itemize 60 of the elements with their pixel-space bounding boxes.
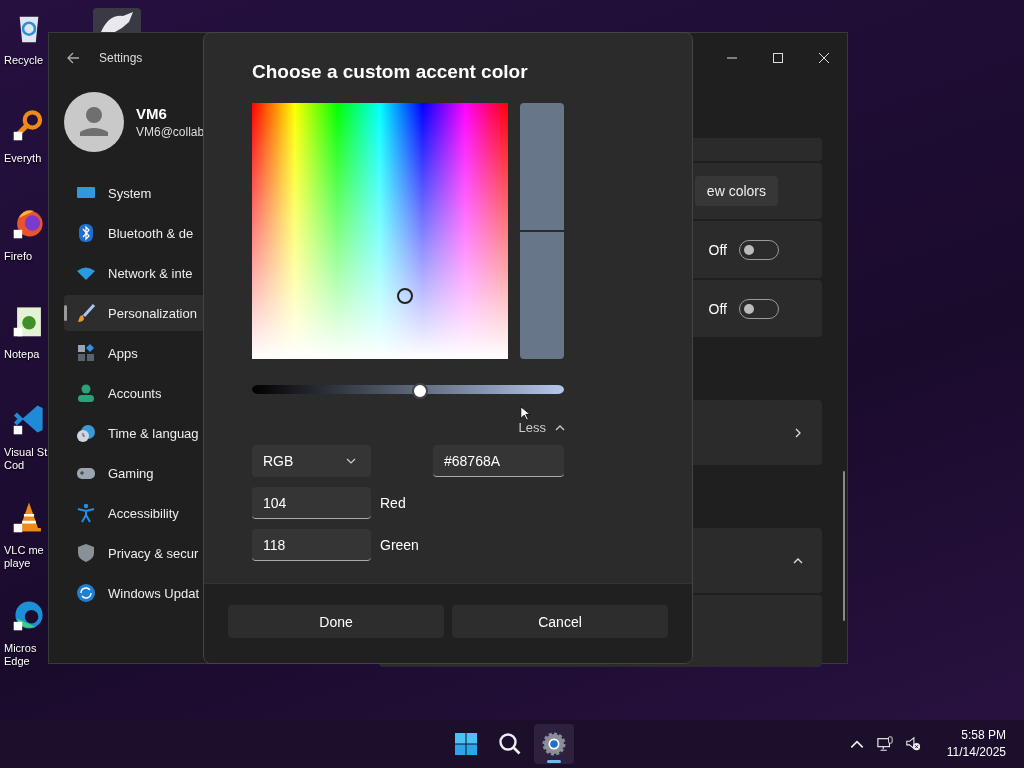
clock-time[interactable]: 5:58 PM (961, 727, 1006, 744)
icon-label: Firefo (4, 250, 33, 263)
nav-item[interactable]: Accounts (64, 375, 276, 411)
icon-label: Cod (4, 459, 25, 472)
app-icon[interactable] (93, 8, 141, 34)
settings-taskbar-button[interactable] (534, 724, 574, 764)
dialog-title: Choose a custom accent color (252, 61, 529, 83)
cancel-button[interactable]: Cancel (452, 605, 668, 638)
slider-thumb[interactable] (412, 383, 429, 399)
user-name: VM6 (136, 105, 168, 122)
bluetooth-icon (76, 223, 96, 243)
color-selector-icon[interactable] (397, 288, 413, 304)
color-mode-dropdown[interactable]: RGB (252, 445, 371, 477)
back-arrow-icon[interactable] (65, 50, 81, 66)
channel-label: Red (380, 495, 406, 511)
view-colors-button[interactable]: ew colors (694, 176, 778, 206)
app-icon[interactable] (12, 402, 46, 436)
close-icon[interactable] (817, 51, 831, 65)
icon-label: Notepa (4, 348, 40, 361)
search-icon (498, 732, 522, 756)
update-icon (76, 583, 96, 603)
windows-logo-icon (454, 732, 478, 756)
channel-input-field[interactable]: 104 (252, 487, 371, 519)
icon-label: Micros (4, 642, 37, 655)
icon-label: Edge (4, 655, 30, 668)
network-icon[interactable] (876, 736, 893, 752)
nav-item[interactable]: Bluetooth & de (64, 215, 276, 251)
user-email: VM6@collab (136, 125, 205, 139)
brightness-slider[interactable] (252, 383, 564, 396)
hex-input-field[interactable]: #68768A (433, 445, 564, 477)
nav-item[interactable]: Apps (64, 335, 276, 371)
clock-date[interactable]: 11/14/2025 (946, 744, 1006, 761)
apps-icon (76, 343, 96, 363)
mouse-cursor-icon (520, 406, 530, 421)
nav-item[interactable]: Network & inte (64, 255, 276, 291)
privacy-icon (76, 543, 96, 563)
icon-label: Visual St (4, 446, 48, 459)
scrollbar[interactable] (843, 471, 845, 621)
icon-label: playe (4, 557, 31, 570)
personalization-icon (76, 303, 96, 323)
channel-input-field[interactable]: 118 (252, 529, 371, 561)
accessibility-icon (76, 503, 96, 523)
icon-label: Everyth (4, 152, 42, 165)
channel-label: Green (380, 537, 419, 553)
color-spectrum[interactable] (252, 103, 508, 359)
gear-icon (542, 732, 566, 756)
time-icon (76, 423, 96, 443)
window-title: Settings (99, 51, 143, 65)
toggle-state: Off (708, 241, 727, 258)
maximize-icon[interactable] (771, 51, 785, 65)
icon-label: Recycle (4, 54, 44, 67)
nav-item[interactable]: System (64, 175, 276, 211)
avatar-icon (64, 92, 124, 152)
app-icon[interactable] (12, 598, 46, 632)
less-button[interactable]: Less (518, 420, 546, 435)
icon-label: VLC me (4, 544, 44, 557)
volume-muted-icon[interactable] (904, 736, 921, 752)
accounts-icon (76, 383, 96, 403)
toggle-state: Off (708, 300, 727, 317)
done-button[interactable]: Done (228, 605, 444, 638)
